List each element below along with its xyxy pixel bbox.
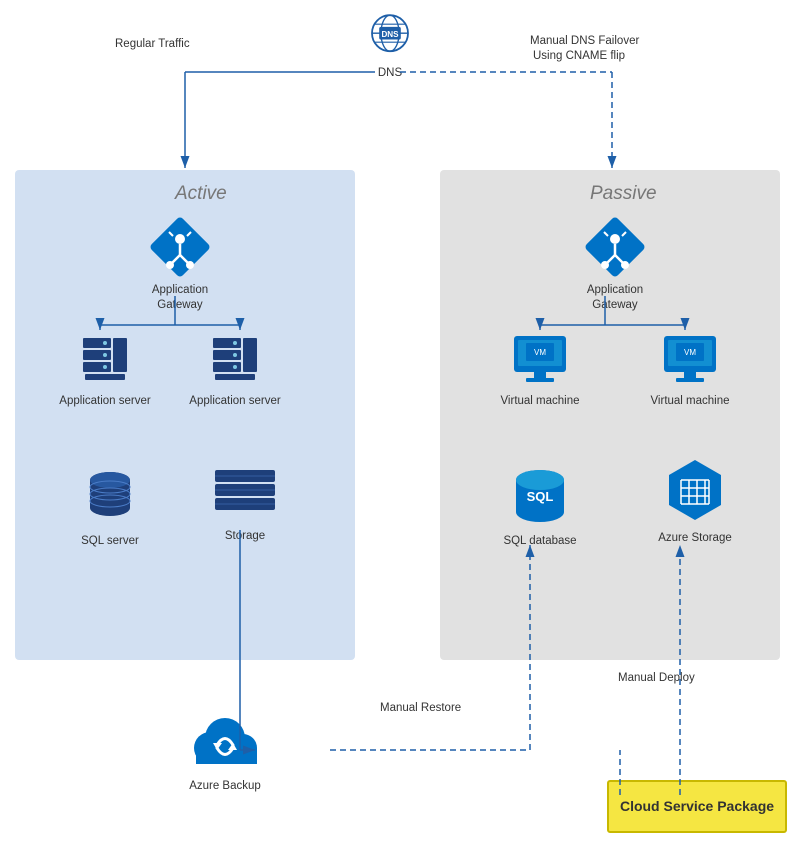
manual-dns-failover-label: Manual DNS Failover — [530, 35, 639, 47]
passive-label: Passive — [590, 183, 657, 205]
cloud-pkg-label: Cloud Service Package — [620, 797, 774, 815]
dns-label: DNS — [378, 66, 402, 81]
azure-storage: Azure Storage — [645, 455, 745, 546]
app-gateway-passive: Application Gateway — [565, 215, 665, 313]
diagram-container: Active Passive DNS DNS Regular Traffic M… — [0, 0, 802, 848]
app-server-2: Application server — [185, 330, 285, 409]
svg-text:SQL: SQL — [527, 489, 554, 504]
vm-2-label: Virtual machine — [650, 394, 729, 409]
app-server-1-label: Application server — [59, 394, 150, 409]
dns-node: DNS DNS — [340, 8, 440, 81]
sql-db: SQL SQL database — [490, 465, 590, 549]
vm-1-label: Virtual machine — [500, 394, 579, 409]
app-server-2-label: Application server — [189, 394, 280, 409]
azure-backup: Azure Backup — [175, 710, 275, 794]
vm-1: VM VM Virtual machine — [490, 330, 590, 409]
app-server-1: Application server — [55, 330, 155, 409]
app-gateway-active-label: Application Gateway — [130, 283, 230, 313]
storage-active: Storage — [195, 460, 295, 544]
sql-db-label: SQL database — [503, 534, 576, 549]
app-gateway-passive-label: Application Gateway — [565, 283, 665, 313]
svg-text:VM: VM — [534, 348, 546, 357]
sql-server-active: SQL server — [60, 465, 160, 549]
globe-icon: DNS — [363, 8, 417, 62]
app-gateway-active: Application Gateway — [130, 215, 230, 313]
manual-restore-label: Manual Restore — [380, 702, 461, 714]
azure-backup-label: Azure Backup — [189, 779, 261, 794]
manual-deploy-label: Manual Deploy — [618, 672, 695, 684]
using-cname-flip-label: Using CNAME flip — [533, 50, 625, 62]
azure-storage-label: Azure Storage — [658, 531, 732, 546]
vm-2: VM Virtual machine — [640, 330, 740, 409]
sql-server-label: SQL server — [81, 534, 139, 549]
cloud-service-package: Cloud Service Package — [607, 780, 787, 833]
regular-traffic-label: Regular Traffic — [115, 38, 190, 50]
storage-label: Storage — [225, 529, 265, 544]
active-label: Active — [175, 183, 227, 205]
svg-text:VM: VM — [684, 348, 696, 357]
svg-text:DNS: DNS — [381, 30, 399, 39]
